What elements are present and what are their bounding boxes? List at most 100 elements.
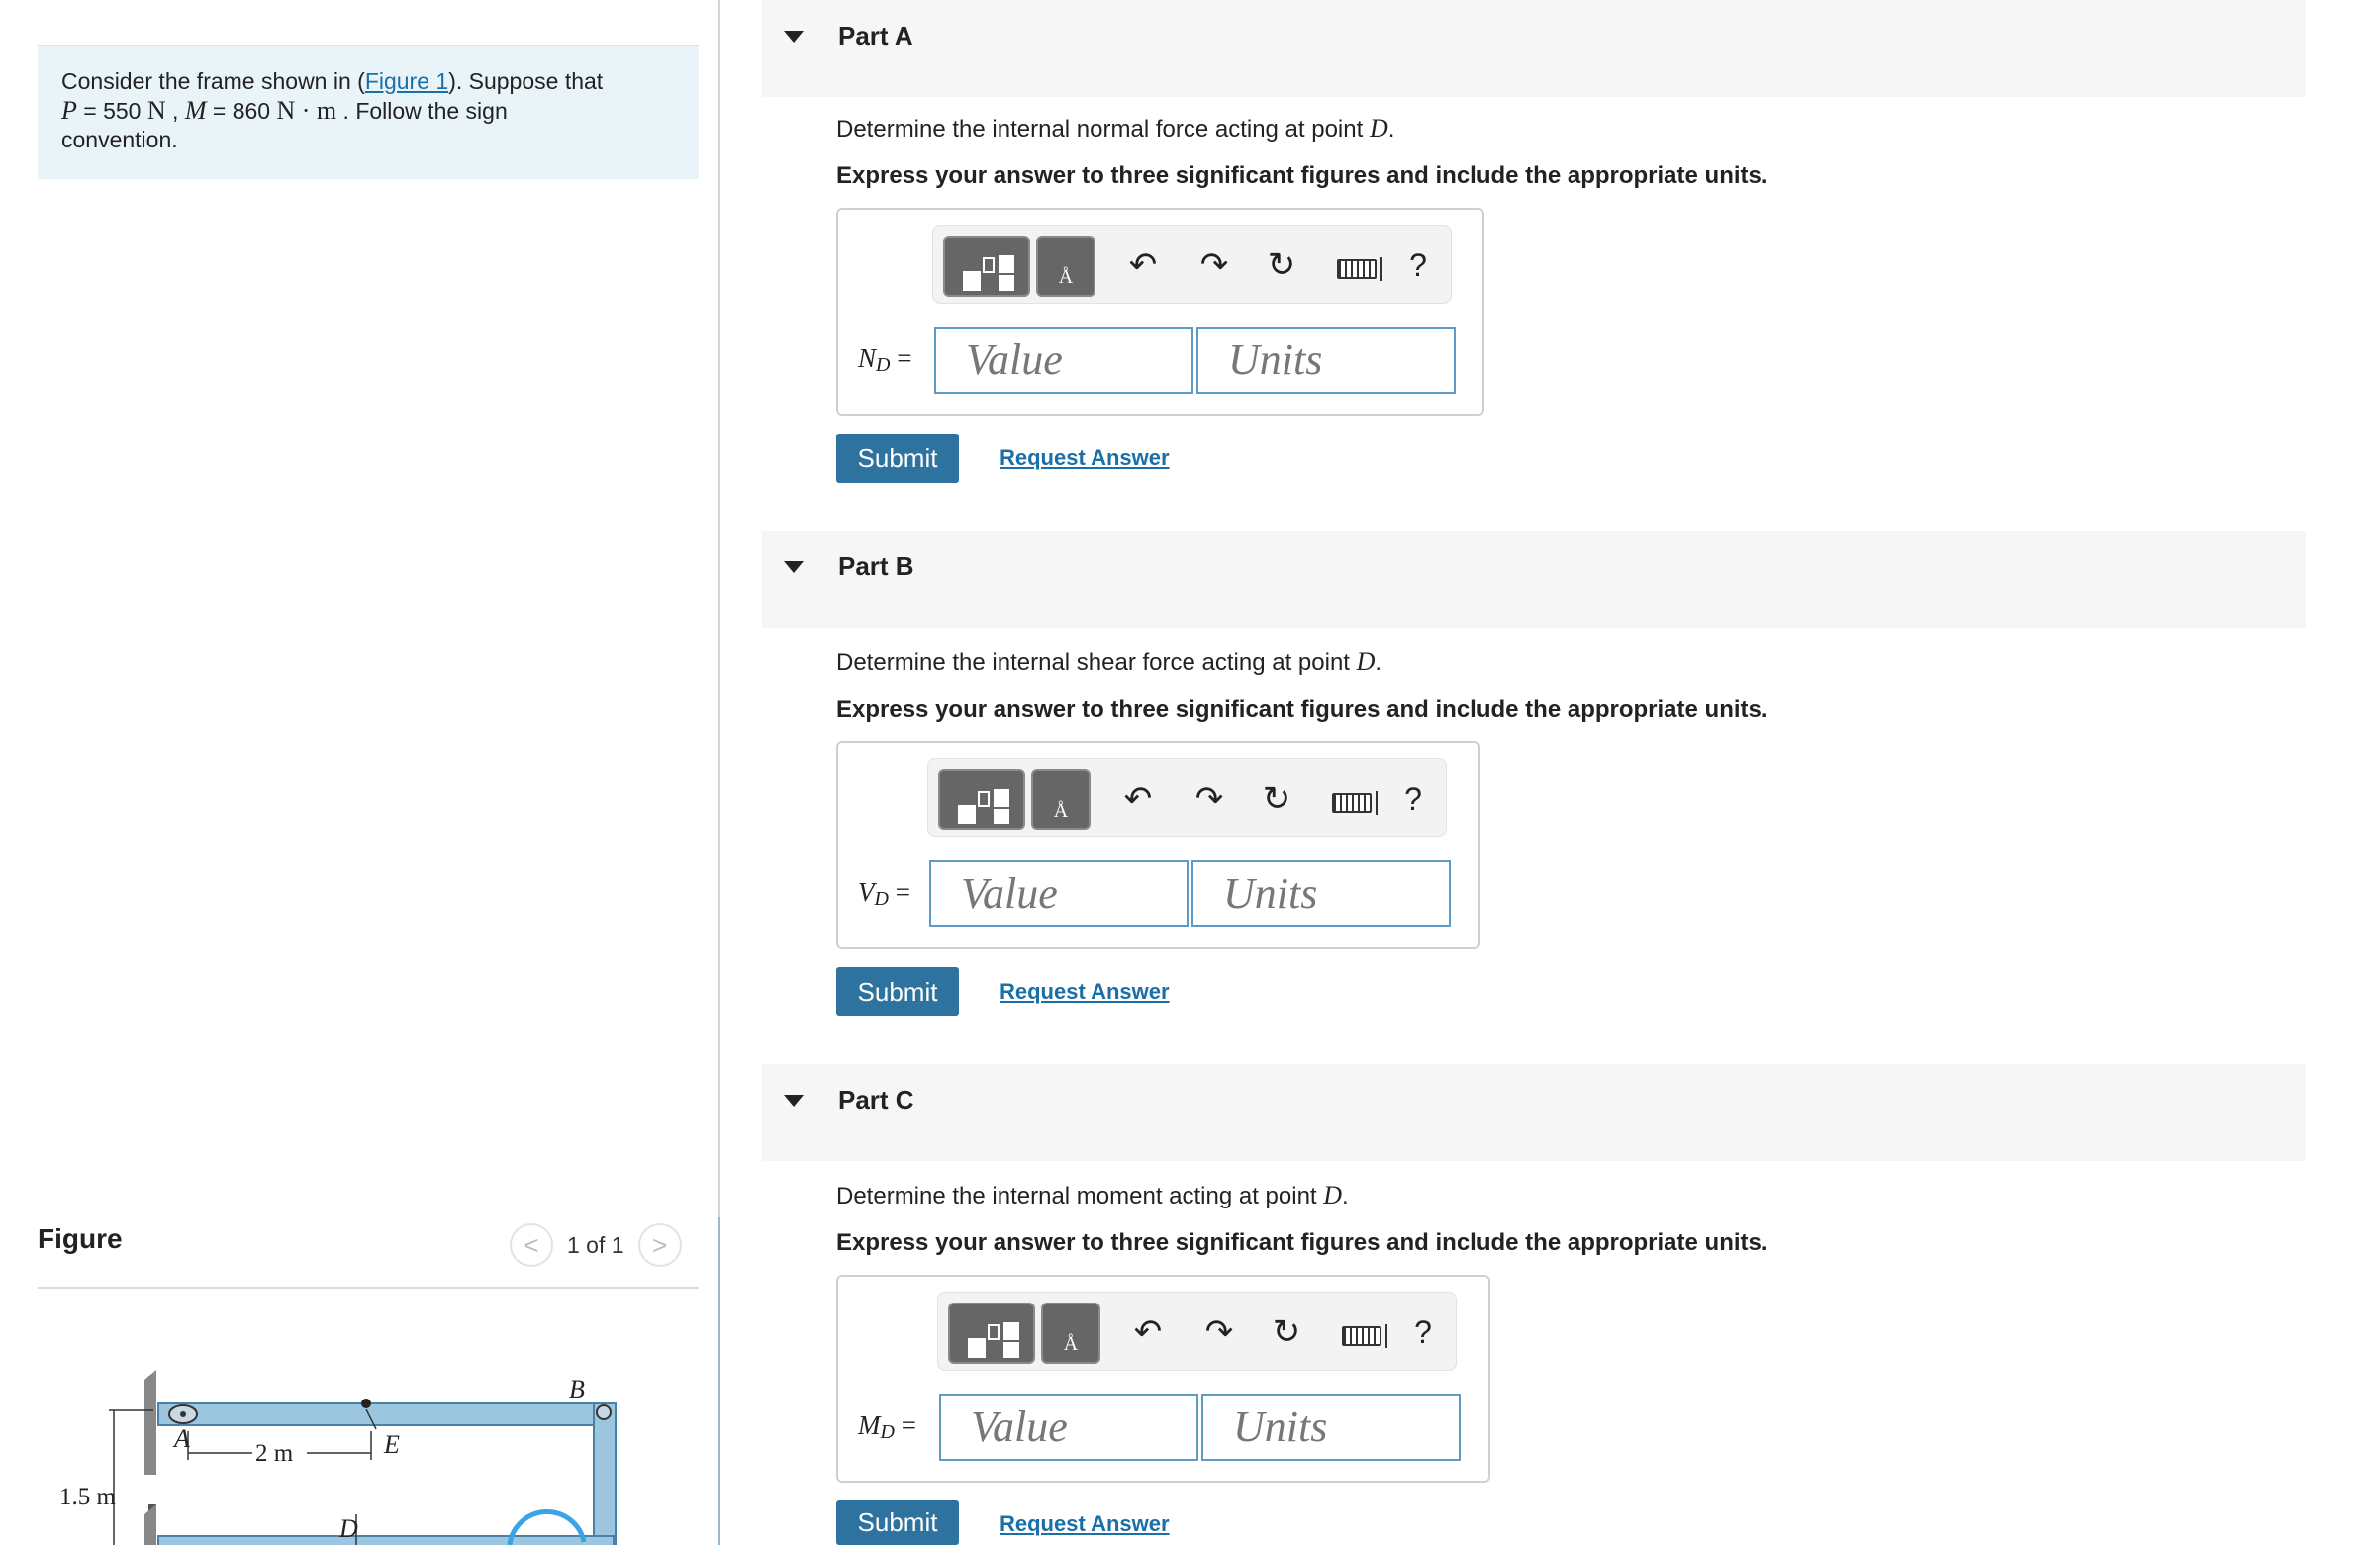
question-text: Determine the internal normal force acti…	[836, 116, 1370, 143]
keyboard-icon[interactable]	[1332, 793, 1372, 813]
part-b-header[interactable]: Part B	[762, 531, 2306, 628]
undo-icon[interactable]: ↶	[1126, 1310, 1170, 1354]
var-symbol: V	[858, 877, 875, 907]
part-a-answer-box: Å ↶ ↷ ↻ ? ND = Value Units	[836, 208, 1484, 416]
question-end: .	[1342, 1183, 1349, 1209]
figure-divider	[38, 1287, 699, 1289]
part-b-variable: VD =	[858, 877, 910, 911]
math-toolbar: Å ↶ ↷ ↻ ?	[927, 758, 1447, 837]
figure-title: Figure	[38, 1223, 123, 1254]
question-text: Determine the internal moment acting at …	[836, 1183, 1324, 1209]
collapse-caret-icon[interactable]	[784, 1095, 804, 1107]
var-symbol: M	[858, 1410, 881, 1440]
label-dim-15m: 1.5 m	[59, 1484, 117, 1510]
prev-figure-button[interactable]: <	[510, 1223, 553, 1267]
units-icon[interactable]: Å	[1036, 236, 1095, 297]
p-variable: P	[61, 96, 77, 125]
frame-bottom-member	[157, 1535, 615, 1545]
problem-text-2: ). Suppose that	[448, 68, 604, 94]
figure-link[interactable]: Figure 1	[365, 68, 448, 94]
sign-text: . Follow the sign	[336, 98, 508, 124]
reset-icon[interactable]: ↻	[1260, 243, 1303, 287]
label-dim-2m: 2 m	[255, 1440, 294, 1467]
part-a-units-input[interactable]: Units	[1196, 327, 1456, 394]
redo-icon[interactable]: ↷	[1197, 1310, 1241, 1354]
part-c-request-answer-link[interactable]: Request Answer	[1000, 1511, 1170, 1537]
part-a-header[interactable]: Part A	[762, 0, 2306, 97]
part-c-title: Part C	[838, 1085, 914, 1114]
var-subscript: D	[876, 354, 891, 376]
p-value: = 550	[76, 98, 147, 124]
part-b-answer-box: Å ↶ ↷ ↻ ? VD = Value Units	[836, 741, 1480, 949]
part-a-submit-button[interactable]: Submit	[836, 434, 959, 483]
part-b-submit-button[interactable]: Submit	[836, 967, 959, 1016]
frame-top-member	[157, 1402, 615, 1426]
part-c-submit-button[interactable]: Submit	[836, 1500, 959, 1545]
collapse-caret-icon[interactable]	[784, 561, 804, 573]
part-a-variable: ND =	[858, 343, 911, 377]
collapse-caret-icon[interactable]	[784, 31, 804, 43]
keyboard-icon[interactable]	[1342, 1326, 1381, 1346]
figure-counter: 1 of 1	[567, 1231, 624, 1258]
keyboard-cursor-icon	[1385, 1324, 1387, 1348]
comma: ,	[165, 98, 185, 124]
label-b: B	[569, 1375, 585, 1403]
m-variable: M	[184, 96, 207, 125]
figure-pager: < 1 of 1 >	[510, 1223, 682, 1267]
part-b-value-input[interactable]: Value	[929, 860, 1189, 927]
part-a-request-answer-link[interactable]: Request Answer	[1000, 445, 1170, 471]
undo-icon[interactable]: ↶	[1121, 243, 1165, 287]
units-icon[interactable]: Å	[1031, 769, 1091, 830]
part-c-question: Determine the internal moment acting at …	[836, 1181, 1349, 1210]
next-figure-button[interactable]: >	[637, 1223, 682, 1267]
sign-text-2: convention.	[61, 127, 178, 152]
part-c-instruction: Express your answer to three significant…	[836, 1229, 1768, 1256]
redo-icon[interactable]: ↷	[1192, 243, 1236, 287]
problem-text: Consider the frame shown in (	[61, 68, 365, 94]
equals: =	[894, 1410, 916, 1440]
question-var: D	[1323, 1181, 1343, 1209]
units-icon[interactable]: Å	[1041, 1303, 1100, 1364]
reset-icon[interactable]: ↻	[1265, 1310, 1308, 1354]
templates-icon[interactable]	[938, 769, 1025, 830]
equals: =	[890, 343, 912, 373]
question-end: .	[1375, 649, 1382, 676]
question-text: Determine the internal shear force actin…	[836, 649, 1357, 676]
frame-right-member	[593, 1402, 617, 1545]
help-icon[interactable]: ?	[1408, 1310, 1438, 1354]
part-a-instruction: Express your answer to three significant…	[836, 162, 1768, 189]
undo-icon[interactable]: ↶	[1116, 777, 1160, 821]
equals: =	[888, 877, 910, 907]
part-b-title: Part B	[838, 551, 914, 581]
part-c-value-input[interactable]: Value	[939, 1394, 1198, 1461]
help-icon[interactable]: ?	[1398, 777, 1428, 821]
part-c-header[interactable]: Part C	[762, 1064, 2306, 1161]
part-b-question: Determine the internal shear force actin…	[836, 647, 1381, 677]
var-symbol: N	[858, 343, 877, 373]
templates-icon[interactable]	[948, 1303, 1035, 1364]
part-a-value-input[interactable]: Value	[934, 327, 1193, 394]
part-c-variable: MD =	[858, 1410, 916, 1444]
var-subscript: D	[880, 1421, 895, 1443]
redo-icon[interactable]: ↷	[1188, 777, 1231, 821]
part-c-units-input[interactable]: Units	[1201, 1394, 1461, 1461]
reset-icon[interactable]: ↻	[1255, 777, 1298, 821]
var-subscript: D	[874, 888, 889, 910]
part-a-question: Determine the internal normal force acti…	[836, 114, 1394, 144]
m-value: = 860	[206, 98, 277, 124]
problem-statement: Consider the frame shown in (Figure 1). …	[38, 45, 699, 179]
help-icon[interactable]: ?	[1403, 243, 1433, 287]
point-e	[361, 1399, 371, 1408]
templates-icon[interactable]	[943, 236, 1030, 297]
part-b-request-answer-link[interactable]: Request Answer	[1000, 979, 1170, 1005]
keyboard-icon[interactable]	[1337, 259, 1377, 279]
m-unit: N · m	[276, 96, 337, 125]
panel-divider-accent	[718, 1217, 720, 1545]
right-panel: Part A Determine the internal normal for…	[762, 0, 2345, 1545]
math-toolbar: Å ↶ ↷ ↻ ?	[937, 1292, 1457, 1371]
label-a: A	[172, 1424, 190, 1453]
pin-b	[596, 1404, 612, 1420]
question-var: D	[1356, 647, 1376, 676]
part-b-units-input[interactable]: Units	[1191, 860, 1451, 927]
keyboard-cursor-icon	[1376, 791, 1378, 815]
